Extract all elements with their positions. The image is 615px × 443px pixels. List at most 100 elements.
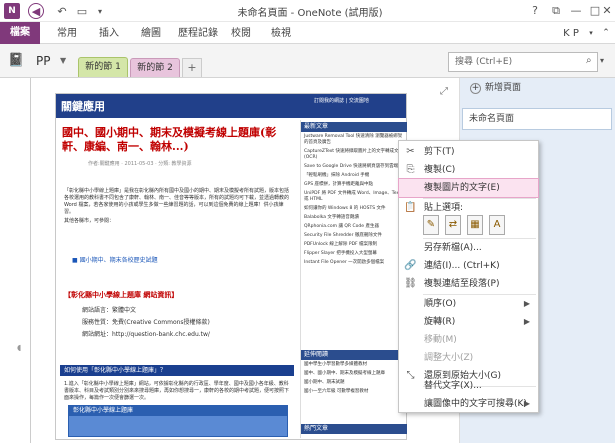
ribbon-display-button[interactable]: ⧉ [546, 2, 566, 20]
web-sidebar-item: PDFUnlock 線上解除 PDF 檔案限制 [304, 242, 378, 247]
page-list-item[interactable]: 未命名頁面 [462, 108, 612, 130]
menu-item-resize: 調整大小(Z) [424, 353, 474, 363]
notebook-dropdown-icon[interactable]: ▼ [60, 56, 66, 65]
minimize-button[interactable]: — [566, 2, 586, 20]
help-button[interactable]: ? [525, 2, 545, 20]
web-info-fee: 服務性質：免費(Creative Commons授權條款) [82, 319, 210, 326]
copy-link-icon: ⛓ [404, 278, 417, 289]
ribbon-tabs: 檔案 常用 插入 繪圖 歷程記錄 校閱 檢視 K P ▾ ⌃ [0, 22, 615, 44]
web-sidebar-head: 最新文章 [301, 122, 407, 132]
tab-view[interactable]: 檢視 [266, 25, 296, 42]
web-sidebar-item: Flipper Slayer 把手機投入大型螢幕 [304, 251, 377, 256]
web-sidebar-item: 國小期中、期末試題 [304, 380, 345, 385]
paste-icon: 📋 [404, 202, 417, 213]
web-sidebar-item: 「輕鬆刷機」抹除 Android 手機 [304, 173, 370, 178]
web-paragraph: 「彰化縣中小學線上題庫」是我在彰化縣內所有國中及國小的期中、期末及模擬考所有試題… [64, 188, 290, 215]
add-page-button[interactable]: + 新增頁面 [470, 80, 521, 94]
web-sidebar-item: UniPDF 將 PDF 文件轉成 Word、Image、Text 或 HTML [304, 191, 401, 202]
tab-draw[interactable]: 繪圖 [136, 25, 166, 42]
title-bar: N ◀ ↶ ▭ ▾ 未命名頁面 - OneNote (試用版) ? ⧉ — □ … [0, 0, 615, 22]
link-icon: 🔗 [404, 260, 417, 271]
web-screenshot-title: 彰化縣中小學線上題庫 [69, 406, 287, 416]
section-tab-2[interactable]: 新的節 2 [130, 58, 180, 77]
web-section-head: 【彰化縣中小學線上題庫 網站資訊】 [64, 291, 179, 299]
menu-item-copy-text-from-picture[interactable]: 複製圖片的文字(E) [398, 178, 539, 198]
scissors-icon: ✂ [406, 146, 415, 157]
user-menu-icon[interactable]: ▾ [586, 25, 596, 42]
collapse-ribbon-icon[interactable]: ⌃ [600, 25, 612, 42]
paste-options-group: ✎ ⇄ ▦ A [423, 215, 533, 235]
tab-home[interactable]: 常用 [52, 25, 82, 42]
web-header: 關鍵應用 訂閱我的網誌 | 交流園地 [56, 94, 406, 118]
web-sidebar-item: Security File Shredder 徹底刪除文件 [304, 233, 382, 238]
web-sidebar: 最新文章 Justware Removal Tool 快速清除 瀏覽器被綁架的首… [300, 120, 407, 438]
copy-icon: ⎘ [406, 164, 415, 175]
close-button[interactable]: ✕ [600, 2, 614, 20]
section-tab-1[interactable]: 新的節 1 [78, 57, 128, 77]
web-info-lang: 網站語言：繁體中文 [82, 307, 137, 314]
menu-item-rotate[interactable]: 旋轉(R) ▶ [399, 313, 538, 331]
web-site-title: 關鍵應用 [61, 100, 105, 113]
tab-review[interactable]: 校閱 [226, 25, 256, 42]
web-sidebar-item: Balabolka 文字轉語音朗讀 [304, 215, 359, 220]
web-sidebar-item: Justware Removal Tool 快速清除 瀏覽器被綁架的首頁及廣告 [304, 134, 403, 145]
expand-page-icon[interactable]: ⤢ [440, 86, 452, 98]
web-sidebar-item: QRphonia.com 讓 QR Code 產生器 [304, 224, 379, 229]
web-sidebar-item: Save to Google Drive 快速將網頁儲存到雲端 [304, 164, 399, 169]
menu-item-cut[interactable]: ✂ 剪下(T) [399, 143, 538, 161]
web-info-block: 網站語言：繁體中文 服務性質：免費(Creative Commons授權條款) … [82, 305, 210, 341]
page-scroll-handle-icon[interactable]: ◖ [17, 343, 27, 353]
back-icon[interactable]: ◀ [28, 3, 44, 19]
menu-item-link[interactable]: 🔗 連結(I)... (Ctrl+K) [399, 257, 538, 275]
web-info-url: 網站網址：http://question-bank.chc.edu.tw/ [82, 331, 210, 338]
web-paragraph: 其他各縣市，可參閱： [64, 218, 115, 224]
tab-insert[interactable]: 插入 [94, 25, 124, 42]
web-sidebar-item: Instant File Opener 一次開啟多個檔案 [304, 260, 385, 265]
tab-history[interactable]: 歷程記錄 [176, 25, 220, 42]
web-sidebar-item: 國小一至六年級 可數學複習教材 [304, 389, 369, 394]
onenote-logo-icon: N [4, 3, 20, 19]
submenu-arrow-icon: ▶ [523, 399, 530, 408]
add-page-icon: + [470, 83, 481, 94]
page-margin-line [30, 78, 31, 443]
pasted-web-image[interactable]: 關鍵應用 訂閱我的網誌 | 交流園地 國中、國小期中、期末及模擬考線上題庫(彰軒… [55, 93, 407, 440]
menu-item-copy[interactable]: ⎘ 複製(C) [399, 161, 538, 179]
web-sidebar-item: 國中、國小期中、期末及模擬考線上題庫 [304, 371, 385, 376]
web-article-title: 國中、國小期中、期末及模擬考線上題庫(彰軒、康編、南一、翰林...) [62, 126, 277, 153]
web-sidebar-head: 延伸閱讀 [301, 350, 407, 360]
search-dropdown-icon[interactable]: ▾ [600, 56, 604, 65]
web-sidebar-item: CaptureZText 快速將擷取圖片上的文字轉成文字(OCR) [304, 149, 404, 160]
add-section-button[interactable]: + [182, 58, 202, 77]
paste-keep-formatting-icon[interactable]: ✎ [423, 215, 439, 235]
web-article-meta: 作者:關鍵應用 · 2011-05-03 · 分類: 教學資源 [88, 161, 192, 167]
add-page-label: 新增頁面 [485, 83, 522, 93]
menu-item-make-text-searchable[interactable]: 讓圖像中的文字可搜尋(K) ▶ [399, 395, 538, 413]
dock-icon[interactable]: ▭ [74, 3, 90, 19]
web-article-body: 「彰化縣中小學線上題庫」是我在彰化縣內所有國中及國小的期中、期末及模擬考所有試題… [64, 188, 292, 225]
paste-picture-icon[interactable]: ▦ [467, 215, 483, 235]
search-input[interactable]: 搜尋 (Ctrl+E) [448, 52, 598, 72]
menu-item-alt-text[interactable]: 替代文字(X)... [399, 377, 538, 395]
window-title: 未命名頁面 - OneNote (試用版) [237, 8, 383, 19]
menu-item-order[interactable]: 順序(O) ▶ [399, 295, 538, 313]
tab-file[interactable]: 檔案 [0, 22, 40, 44]
menu-item-save-as[interactable]: 另存新檔(A)... [399, 239, 538, 257]
web-article: 國中、國小期中、期末及模擬考線上題庫(彰軒、康編、南一、翰林...) 作者:關鍵… [58, 120, 296, 438]
web-sidebar-item: 如何讓你的 Windows 8 的 HOSTS 文件 [304, 206, 386, 211]
notebook-name[interactable]: PP [36, 54, 50, 68]
context-menu: ✂ 剪下(T) ⎘ 複製(C) 複製圖片的文字(E) 📋 貼上選項: ✎ ⇄ ▦ A … [398, 140, 539, 413]
menu-item-copy-link-to-paragraph[interactable]: ⛓ 複製連結至段落(P) [399, 275, 538, 293]
paste-text-only-icon[interactable]: A [489, 215, 505, 235]
undo-icon[interactable]: ↶ [54, 3, 70, 19]
web-sidebar-list: Justware Removal Tool 快速清除 瀏覽器被綁架的首頁及廣告 C… [304, 134, 404, 269]
paste-merge-formatting-icon[interactable]: ⇄ [445, 215, 461, 235]
notebook-icon[interactable]: 📓 [8, 53, 28, 71]
web-embedded-screenshot: 彰化縣中小學線上題庫 [68, 405, 288, 437]
menu-item-move: 移動(M) [424, 335, 457, 345]
web-nav: 訂閱我的網誌 | 交流園地 [314, 98, 369, 104]
search-icon[interactable]: ⌕ [586, 55, 592, 66]
quick-access-menu-icon[interactable]: ▾ [92, 3, 108, 19]
submenu-arrow-icon: ▶ [523, 317, 530, 326]
web-howto-bar: 如何使用「彰化縣中小學線上題庫」？ [60, 365, 294, 376]
user-name[interactable]: K P [556, 25, 586, 42]
